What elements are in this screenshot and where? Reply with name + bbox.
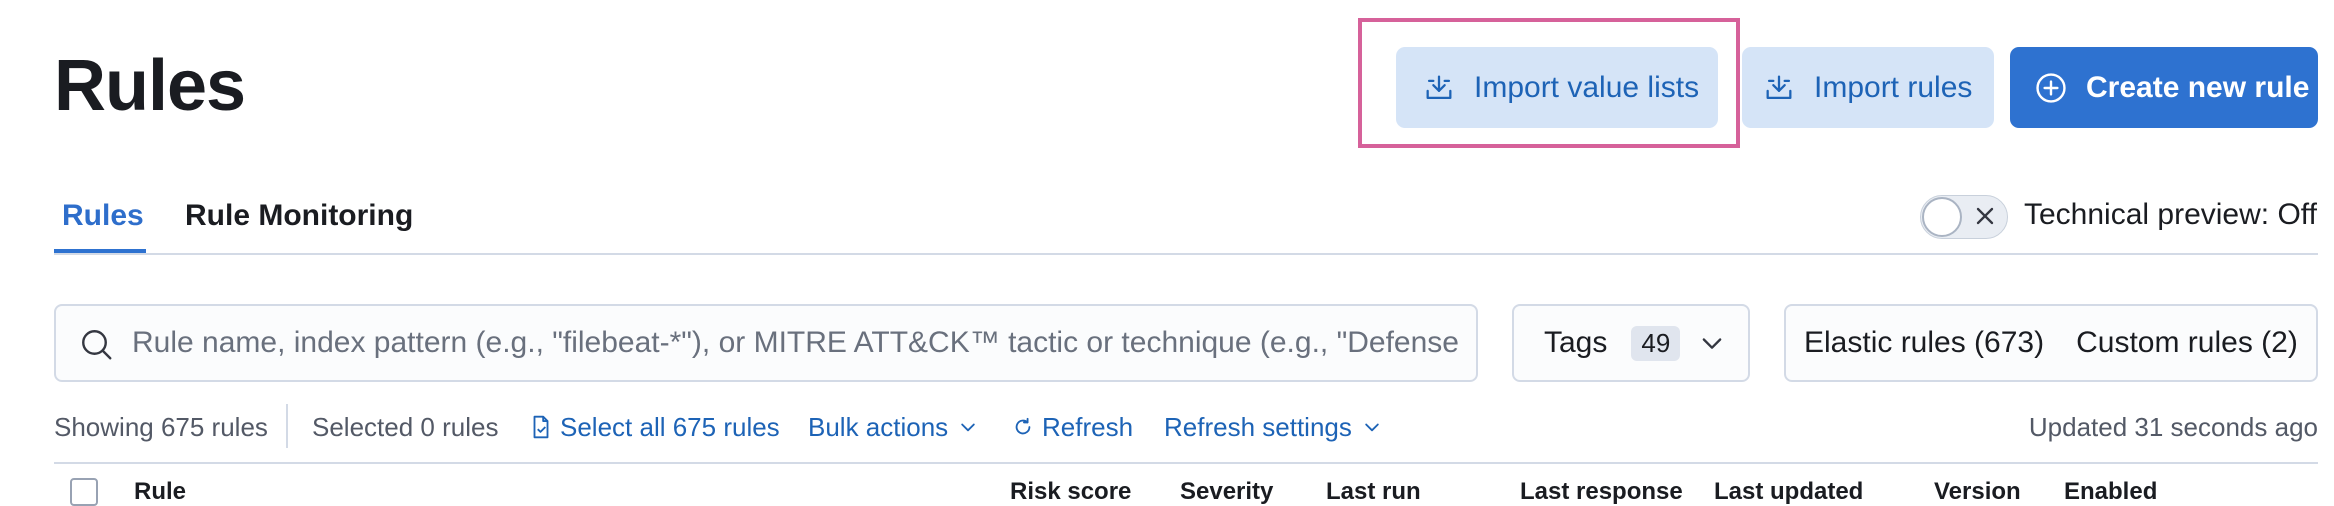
- column-header-risk-score[interactable]: Risk score: [1010, 478, 1131, 506]
- create-new-rule-button[interactable]: Create new rule: [2010, 47, 2318, 128]
- search-input[interactable]: [132, 306, 1462, 380]
- import-value-lists-label: Import value lists: [1474, 70, 1700, 104]
- import-rules-label: Import rules: [1814, 70, 1973, 104]
- custom-rules-filter-button[interactable]: Custom rules (2): [2076, 326, 2298, 360]
- tab-rules[interactable]: Rules: [62, 196, 144, 236]
- chevron-down-icon: [961, 423, 975, 432]
- column-header-enabled[interactable]: Enabled: [2064, 478, 2157, 506]
- document-check-icon: [533, 415, 549, 439]
- select-all-rules-button[interactable]: Select all 675 rules: [528, 410, 780, 444]
- last-updated-text: Updated 31 seconds ago: [2028, 412, 2318, 442]
- column-header-last-updated[interactable]: Last updated: [1714, 478, 1863, 506]
- bulk-actions-label: Bulk actions: [808, 412, 949, 442]
- chevron-down-icon: [1702, 338, 1722, 349]
- create-new-rule-label: Create new rule: [2086, 70, 2310, 104]
- bulk-actions-button[interactable]: Bulk actions: [808, 410, 978, 444]
- selected-rules-count: Selected 0 rules: [312, 412, 499, 442]
- tabs-divider: [54, 253, 2318, 255]
- search-icon: [82, 330, 112, 360]
- technical-preview-toggle[interactable]: [1920, 195, 2008, 239]
- showing-rules-count: Showing 675 rules: [54, 412, 268, 442]
- import-icon: [1422, 71, 1456, 105]
- rule-search-field[interactable]: [54, 304, 1478, 382]
- refresh-settings-label: Refresh settings: [1164, 412, 1352, 442]
- select-all-label: Select all 675 rules: [560, 412, 780, 442]
- column-header-rule[interactable]: Rule: [134, 478, 186, 506]
- rule-type-filter-group: Elastic rules (673) Custom rules (2): [1784, 304, 2318, 382]
- column-header-last-run[interactable]: Last run: [1326, 478, 1421, 506]
- tags-filter-button[interactable]: Tags 49: [1512, 304, 1750, 382]
- cross-icon: [1976, 207, 1994, 225]
- tags-count-badge: 49: [1631, 325, 1681, 361]
- import-rules-button[interactable]: Import rules: [1742, 47, 1994, 128]
- refresh-label: Refresh: [1042, 412, 1134, 442]
- refresh-settings-button[interactable]: Refresh settings: [1164, 410, 1382, 444]
- plus-in-circle-icon: [2034, 71, 2068, 105]
- technical-preview-label: Technical preview: Off: [2024, 198, 2317, 231]
- column-header-severity[interactable]: Severity: [1180, 478, 1273, 506]
- import-value-lists-button[interactable]: Import value lists: [1396, 47, 1718, 128]
- column-header-version[interactable]: Version: [1934, 478, 2021, 506]
- tab-rule-monitoring[interactable]: Rule Monitoring: [185, 196, 413, 236]
- toggle-knob: [1922, 197, 1962, 237]
- table-top-divider: [54, 462, 2318, 464]
- tags-label: Tags: [1544, 326, 1608, 359]
- page-title: Rules: [54, 46, 246, 126]
- select-all-checkbox[interactable]: [70, 478, 98, 506]
- chevron-down-icon: [1365, 423, 1379, 432]
- utility-bar-divider: [286, 404, 288, 448]
- import-icon: [1762, 71, 1796, 105]
- column-header-last-response[interactable]: Last response: [1520, 478, 1683, 506]
- refresh-icon: [1015, 417, 1031, 435]
- elastic-rules-filter-button[interactable]: Elastic rules (673): [1804, 326, 2044, 360]
- refresh-button[interactable]: Refresh: [1012, 410, 1133, 444]
